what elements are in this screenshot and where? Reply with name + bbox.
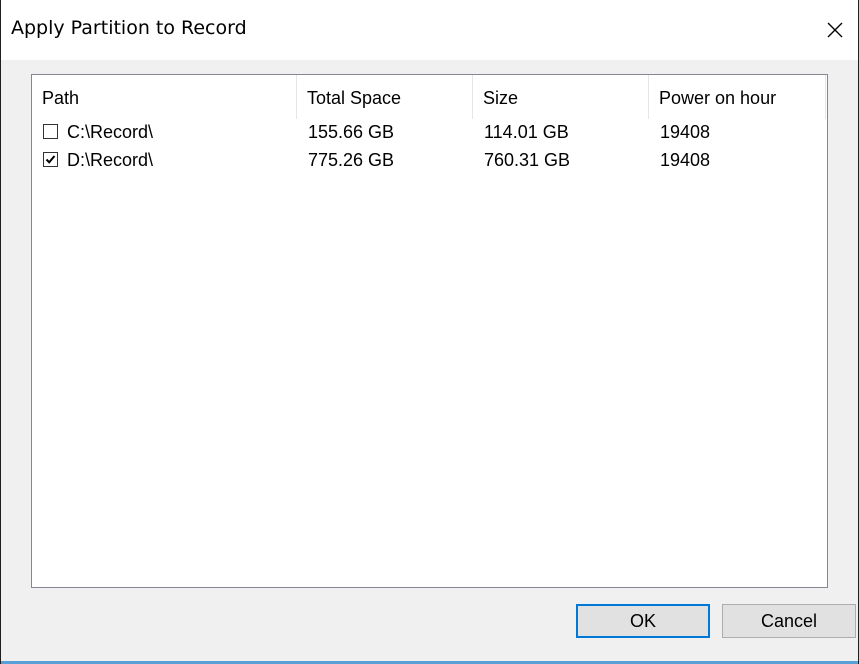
column-header-power-on-hour[interactable]: Power on hour [649, 75, 825, 119]
row-checkbox[interactable] [43, 152, 58, 167]
column-header-size[interactable]: Size [473, 75, 648, 119]
dialog-title: Apply Partition to Record [11, 17, 247, 39]
column-header-path[interactable]: Path [32, 75, 296, 119]
close-icon [827, 22, 843, 38]
ok-button[interactable]: OK [576, 604, 710, 638]
cancel-button[interactable]: Cancel [722, 604, 856, 638]
cell-total-space: 155.66 GB [308, 122, 395, 142]
partition-list[interactable]: Path Total Space Size Power on hour C:\R… [31, 74, 828, 588]
dialog-window: Apply Partition to Record Path Total Spa… [0, 0, 859, 664]
cell-size: 760.31 GB [484, 150, 571, 170]
title-bar[interactable]: Apply Partition to Record [1, 0, 858, 60]
cell-path: D:\Record\ [67, 150, 154, 170]
cell-total-space: 775.26 GB [308, 150, 395, 170]
cell-power-on-hour: 19408 [660, 150, 711, 170]
row-checkbox[interactable] [43, 124, 58, 139]
cell-power-on-hour: 19408 [660, 122, 711, 142]
list-header: Path Total Space Size Power on hour [32, 75, 827, 119]
cell-size: 114.01 GB [484, 122, 569, 142]
cell-path: C:\Record\ [67, 122, 154, 142]
column-divider[interactable] [825, 75, 826, 119]
checkmark-icon [45, 155, 56, 164]
table-row[interactable]: C:\Record\ 155.66 GB 114.01 GB 19408 [32, 118, 827, 146]
close-button[interactable] [812, 0, 858, 60]
table-row[interactable]: D:\Record\ 775.26 GB 760.31 GB 19408 [32, 146, 827, 174]
column-header-total-space[interactable]: Total Space [297, 75, 472, 119]
